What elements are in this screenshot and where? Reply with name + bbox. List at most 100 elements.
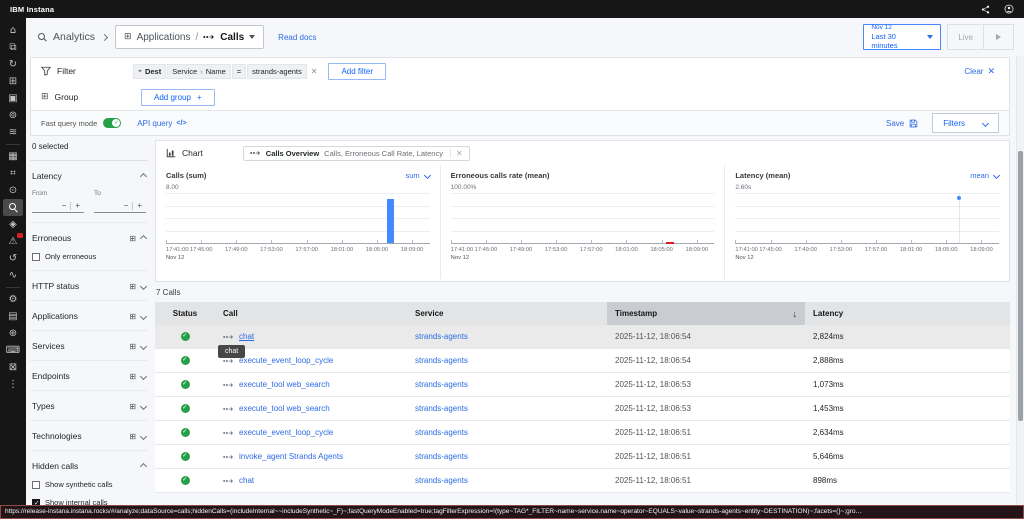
save-button[interactable]: Save	[886, 119, 918, 128]
sidebar-item-ai-insights[interactable]: ▣	[3, 90, 23, 107]
group-by-icon[interactable]: ⊞	[129, 312, 136, 321]
chart-chip-remove-icon[interactable]: ✕	[449, 148, 463, 158]
latency-to-input[interactable]: − +	[94, 202, 146, 213]
service-link[interactable]: strands-agents	[415, 356, 468, 365]
sidebar-item-analytics[interactable]	[3, 199, 23, 216]
table-row[interactable]: execute_tool web_search strands-agents 2…	[155, 373, 1010, 397]
table-row[interactable]: chat strands-agents 2025-11-12, 18:06:54…	[155, 325, 1010, 349]
facet-types-header[interactable]: Types ⊞	[32, 401, 148, 411]
vertical-scrollbar[interactable]	[1016, 56, 1024, 505]
table-row[interactable]: invoke_agent Strands Agents strands-agen…	[155, 445, 1010, 469]
decrement-button[interactable]: −	[120, 202, 134, 210]
clear-filters-button[interactable]: Clear ✕	[964, 66, 999, 77]
filter-chip[interactable]: ⌖ Dest Service › Name = strands-agents ✕	[133, 63, 321, 79]
x-tick-mark	[981, 240, 983, 243]
column-status[interactable]: Status	[155, 302, 215, 325]
service-link[interactable]: strands-agents	[415, 332, 468, 341]
filters-dropdown-button[interactable]: Filters	[932, 113, 999, 133]
sidebar-item-platform[interactable]: ≋	[3, 124, 23, 141]
sidebar-item-automation[interactable]: ↺	[3, 250, 23, 267]
facet-services-header[interactable]: Services ⊞	[32, 341, 148, 351]
facet-latency-header[interactable]: Latency	[32, 171, 148, 181]
play-icon[interactable]	[996, 34, 1001, 40]
decrement-button[interactable]: −	[58, 202, 72, 210]
service-link[interactable]: strands-agents	[415, 452, 468, 461]
facet-applications-header[interactable]: Applications ⊞	[32, 311, 148, 321]
sidebar-item-websites[interactable]: ⌗	[3, 165, 23, 182]
group-by-icon[interactable]: ⊞	[129, 402, 136, 411]
x-date-label: Nov 12	[166, 254, 185, 261]
facet-endpoints-header[interactable]: Endpoints ⊞	[32, 371, 148, 381]
x-tick-mark	[661, 240, 663, 243]
call-link[interactable]: invoke_agent Strands Agents	[239, 452, 343, 461]
facet-http-status-header[interactable]: HTTP status ⊞	[32, 281, 148, 291]
sidebar-item-application-security[interactable]: ◈	[3, 216, 23, 233]
service-link[interactable]: strands-agents	[415, 380, 468, 389]
call-link[interactable]: execute_tool web_search	[239, 404, 330, 413]
sidebar-item-deployments[interactable]: ↻	[3, 56, 23, 73]
call-link[interactable]: execute_event_loop_cycle	[239, 428, 333, 437]
aggregation-dropdown[interactable]: sum	[406, 171, 431, 180]
table-row[interactable]: execute_tool web_search strands-agents 2…	[155, 397, 1010, 421]
table-row[interactable]: execute_event_loop_cycle strands-agents …	[155, 421, 1010, 445]
sidebar-item-lock[interactable]: ⊠	[3, 359, 23, 376]
facet-technologies-header[interactable]: Technologies ⊞	[32, 431, 148, 441]
filter-chip-remove-icon[interactable]: ✕	[308, 66, 321, 77]
read-docs-link[interactable]: Read docs	[278, 33, 316, 42]
sidebar-item-synthetic-monitoring[interactable]: ⊙	[3, 182, 23, 199]
fast-query-toggle[interactable]: ✓	[103, 118, 122, 128]
column-timestamp[interactable]: Timestamp ↓	[607, 302, 805, 325]
call-link[interactable]: execute_event_loop_cycle	[239, 356, 333, 365]
live-label[interactable]: Live	[948, 33, 983, 42]
sidebar-item-dashboards[interactable]: ⧉	[3, 39, 23, 56]
sidebar-item-business-perspectives[interactable]: ⊚	[3, 107, 23, 124]
table-row[interactable]: execute_event_loop_cycle strands-agents …	[155, 349, 1010, 373]
show-synthetic-checkbox[interactable]: Show synthetic calls	[32, 480, 146, 489]
add-filter-button[interactable]: Add filter	[328, 62, 387, 80]
sidebar-item-integrations[interactable]: ⌨	[3, 342, 23, 359]
add-group-button[interactable]: Add group +	[141, 88, 215, 106]
aggregation-dropdown[interactable]: mean	[970, 171, 1001, 180]
increment-button[interactable]: +	[133, 202, 146, 210]
chart-metric-chip[interactable]: Calls Overview Calls, Erroneous Call Rat…	[242, 145, 470, 161]
column-service[interactable]: Service	[407, 302, 607, 325]
only-erroneous-checkbox[interactable]: Only erroneous	[32, 252, 146, 261]
time-range-picker[interactable]: Nov 12 Last 30 minutes	[863, 24, 942, 50]
column-latency[interactable]: Latency	[805, 302, 1010, 325]
calls-bar[interactable]	[387, 199, 395, 243]
service-link[interactable]: strands-agents	[415, 404, 468, 413]
sidebar-item-infrastructure[interactable]: ▦	[3, 148, 23, 165]
group-by-icon[interactable]: ⊞	[129, 342, 136, 351]
sidebar-item-events[interactable]: ⚠	[3, 233, 23, 250]
sidebar-item-settings[interactable]: ⚙	[3, 291, 23, 308]
share-icon[interactable]	[981, 5, 990, 14]
facet-hidden-calls-header[interactable]: Hidden calls	[32, 461, 148, 471]
sidebar-item-applications[interactable]: ⊞	[3, 73, 23, 90]
group-by-icon[interactable]: ⊞	[129, 282, 136, 291]
source-selector[interactable]: ⊞ Applications / Calls	[115, 25, 265, 49]
sidebar-item-more[interactable]: ⋮	[3, 376, 23, 393]
group-by-icon[interactable]: ⊞	[129, 234, 136, 243]
group-by-icon[interactable]: ⊞	[129, 432, 136, 441]
group-by-icon[interactable]: ⊞	[129, 372, 136, 381]
service-link[interactable]: strands-agents	[415, 428, 468, 437]
latency-point[interactable]	[957, 196, 962, 201]
increment-button[interactable]: +	[71, 202, 84, 210]
service-link[interactable]: strands-agents	[415, 476, 468, 485]
api-query-link[interactable]: API query </>	[137, 119, 186, 128]
call-link[interactable]: chat	[239, 332, 254, 341]
table-row[interactable]: chat strands-agents 2025-11-12, 18:06:51…	[155, 469, 1010, 493]
column-call[interactable]: Call	[215, 302, 407, 325]
x-tick-label: 18:09:00	[685, 247, 709, 253]
call-link[interactable]: execute_tool web_search	[239, 380, 330, 389]
sidebar-item-home[interactable]: ⌂	[3, 22, 23, 39]
sidebar-item-service-levels[interactable]: ∿	[3, 267, 23, 284]
sidebar-item-invite-users[interactable]: ⊕	[3, 325, 23, 342]
call-link[interactable]: chat	[239, 476, 254, 485]
user-avatar-icon[interactable]	[1004, 4, 1014, 14]
facet-erroneous-header[interactable]: Erroneous ⊞	[32, 233, 148, 243]
breadcrumb-analytics[interactable]: Analytics	[53, 31, 95, 43]
scrollbar-thumb[interactable]	[1018, 151, 1023, 421]
sidebar-item-documentation[interactable]: ▤	[3, 308, 23, 325]
latency-from-input[interactable]: − +	[32, 202, 84, 213]
